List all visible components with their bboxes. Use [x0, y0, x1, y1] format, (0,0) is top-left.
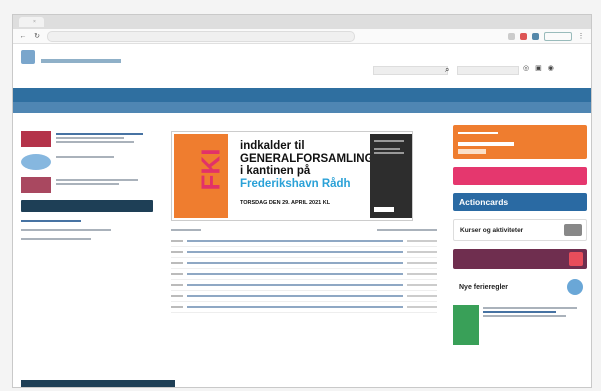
banner-text: indkalder til GENERALFORSAMLING i kantin… — [240, 140, 374, 190]
extension-icon[interactable] — [532, 32, 539, 40]
news-thumbnail[interactable] — [21, 177, 51, 193]
menu-icon[interactable]: ⋮ — [577, 32, 585, 40]
sub-navigation — [13, 102, 591, 113]
list-item[interactable] — [21, 236, 153, 242]
actioncards-label: Actioncards — [459, 197, 509, 207]
banner-line: GENERALFORSAMLING — [240, 152, 374, 165]
courses-icon — [564, 224, 582, 236]
site-logo-icon[interactable] — [21, 50, 35, 64]
news-item[interactable] — [21, 154, 153, 170]
banner-button[interactable] — [374, 207, 394, 212]
newsletter-input[interactable] — [458, 141, 514, 147]
search-icon[interactable]: ⌕ — [445, 65, 449, 75]
list-row[interactable] — [171, 302, 437, 313]
banner-side-panel — [370, 134, 412, 218]
fki-logo: FKI — [174, 134, 228, 218]
right-column: Actioncards Kurser og aktiviteter Nye fe… — [453, 125, 587, 345]
news-thumbnail[interactable] — [21, 154, 51, 170]
bullet-list — [21, 218, 153, 242]
it-news-item[interactable] — [453, 305, 587, 345]
back-icon[interactable]: ← — [19, 32, 27, 40]
list-row[interactable] — [171, 258, 437, 269]
site-subtitle — [41, 59, 121, 63]
it-thumbnail[interactable] — [453, 305, 479, 345]
secondary-search-input[interactable] — [457, 66, 519, 75]
fki-logo-text: FKI — [195, 148, 226, 191]
browser-tab[interactable]: × — [19, 17, 44, 27]
facebook-card[interactable] — [453, 167, 587, 185]
main-navigation — [13, 88, 591, 102]
list-row[interactable] — [171, 269, 437, 280]
holiday-icon — [567, 279, 583, 295]
newsletter-button[interactable] — [458, 149, 486, 155]
left-dark-button[interactable] — [21, 200, 153, 212]
site-header: ⌕ ◎ ▣ ◉ — [13, 44, 591, 88]
banner-date: TORSDAG DEN 29. APRIL 2021 KL — [240, 200, 331, 206]
event-banner[interactable]: FKI indkalder til GENERALFORSAMLING i ka… — [171, 131, 413, 221]
holiday-rules-label: Nye ferieregler — [459, 283, 509, 291]
list-item[interactable] — [21, 218, 153, 224]
tab-strip: × — [13, 15, 591, 29]
museum-card[interactable] — [453, 249, 587, 269]
address-bar[interactable] — [47, 30, 355, 42]
banner-line: Frederikshavn Rådh — [240, 177, 351, 190]
list-item[interactable] — [21, 227, 153, 233]
left-footer-bar[interactable] — [21, 380, 175, 387]
news-item[interactable] — [21, 131, 153, 147]
left-column — [21, 125, 153, 245]
list-row[interactable] — [171, 291, 437, 302]
search-input[interactable] — [373, 66, 448, 75]
card-icon — [569, 252, 583, 266]
lock-icon[interactable]: ▣ — [535, 64, 542, 72]
list-row[interactable] — [171, 280, 437, 291]
banner-line: indkalder til — [240, 140, 305, 152]
browser-window: × ← ↻ ⋮ ⌕ ◎ ▣ ◉ FKI indkalder til GENERA… — [12, 14, 592, 388]
banner-line: i kantinen på — [240, 165, 311, 177]
extension-icon[interactable] — [520, 32, 527, 40]
courses-card[interactable]: Kurser og aktiviteter — [453, 219, 587, 241]
actioncards-card[interactable]: Actioncards — [453, 193, 587, 211]
profile-button[interactable] — [544, 31, 572, 41]
browser-toolbar: ← ↻ ⋮ — [13, 29, 591, 44]
news-item[interactable] — [21, 177, 153, 193]
newsletter-box — [453, 125, 587, 159]
globe-icon[interactable]: ◎ — [523, 64, 529, 72]
page-content: FKI indkalder til GENERALFORSAMLING i ka… — [13, 125, 591, 387]
user-icon[interactable]: ◉ — [548, 64, 554, 72]
list-row[interactable] — [171, 236, 437, 247]
news-thumbnail[interactable] — [21, 131, 51, 147]
reload-icon[interactable]: ↻ — [33, 32, 41, 40]
extension-icon[interactable] — [508, 32, 515, 40]
list-row[interactable] — [171, 247, 437, 258]
extensions-area: ⋮ — [508, 31, 585, 41]
courses-label: Kurser og aktiviteter — [460, 226, 524, 234]
header-icons: ◎ ▣ ◉ — [523, 64, 554, 72]
middle-column: FKI indkalder til GENERALFORSAMLING i ka… — [171, 125, 437, 313]
close-tab-icon[interactable]: × — [33, 19, 36, 25]
holiday-rules-card[interactable]: Nye ferieregler — [453, 277, 587, 297]
list-header — [171, 227, 437, 233]
